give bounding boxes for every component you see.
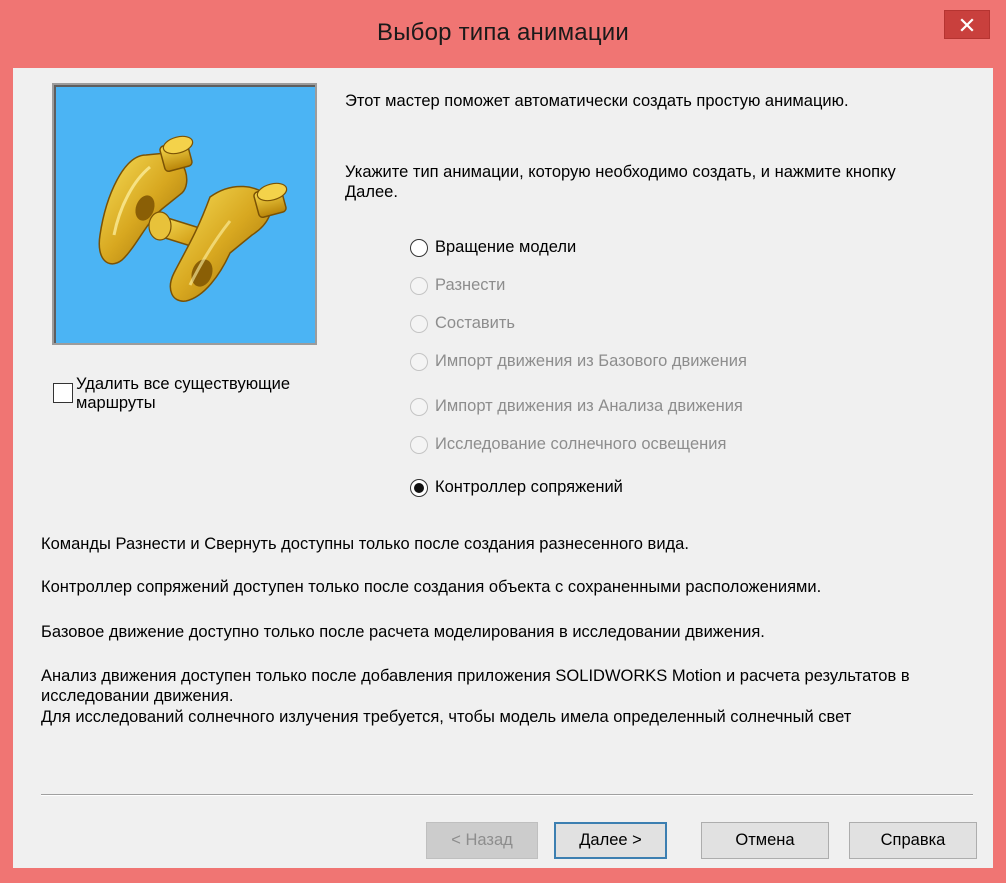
radio-button-selected[interactable] [410, 478, 428, 497]
option-rotate-model[interactable]: Вращение модели [410, 238, 576, 257]
note-sunlight: Для исследований солнечного излучения тр… [41, 708, 852, 726]
option-sunlight-study: Исследование солнечного освещения [410, 435, 726, 454]
radio-button [410, 276, 428, 295]
mechanical-part-image [98, 135, 288, 302]
help-button[interactable]: Справка [849, 822, 977, 859]
note-motion-analysis: Анализ движения доступен только после до… [41, 667, 910, 705]
close-icon [960, 17, 974, 32]
dialog-window: Выбор типа анимации Удалить все существу… [0, 0, 1006, 883]
radio-button [410, 352, 428, 371]
option-label: Исследование солнечного освещения [435, 435, 727, 453]
title-bar[interactable]: Выбор типа анимации [0, 0, 1006, 70]
animation-preview [52, 83, 317, 345]
option-mate-controller[interactable]: Контроллер сопряжений [410, 478, 623, 497]
option-label: Контроллер сопряжений [435, 478, 623, 496]
window-title: Выбор типа анимации [377, 19, 629, 46]
cancel-button[interactable]: Отмена [701, 822, 829, 859]
option-label: Разнести [435, 276, 506, 294]
note-mate-controller: Контроллер сопряжений доступен только по… [41, 578, 822, 596]
option-label: Импорт движения из Базового движения [435, 352, 747, 370]
radio-button [410, 435, 428, 454]
option-label: Импорт движения из Анализа движения [435, 397, 743, 415]
next-button[interactable]: Далее > [554, 822, 667, 859]
intro-text: Этот мастер поможет автоматически создат… [345, 92, 849, 110]
note-basic-motion: Базовое движение доступно только после р… [41, 623, 765, 641]
option-collapse: Составить [410, 314, 515, 333]
radio-button[interactable] [410, 238, 428, 257]
radio-button [410, 397, 428, 416]
checkbox-box[interactable] [53, 383, 73, 403]
close-button[interactable] [944, 10, 990, 39]
option-label: Составить [435, 314, 516, 332]
dialog-content: Удалить все существующие маршруты Этот м… [13, 68, 993, 868]
option-import-basic-motion: Импорт движения из Базового движения [410, 352, 747, 371]
instruction-text: Укажите тип анимации, которую необходимо… [345, 163, 896, 201]
note-explode: Команды Разнести и Свернуть доступны тол… [41, 535, 689, 553]
back-button[interactable]: < Назад [426, 822, 538, 859]
option-explode: Разнести [410, 276, 505, 295]
checkbox-label: Удалить все существующие маршруты [76, 375, 291, 412]
separator [41, 794, 973, 796]
option-label: Вращение модели [435, 238, 577, 256]
delete-routes-checkbox[interactable]: Удалить все существующие маршруты [53, 375, 346, 413]
radio-button [410, 314, 428, 333]
option-import-motion-analysis: Импорт движения из Анализа движения [410, 397, 743, 416]
